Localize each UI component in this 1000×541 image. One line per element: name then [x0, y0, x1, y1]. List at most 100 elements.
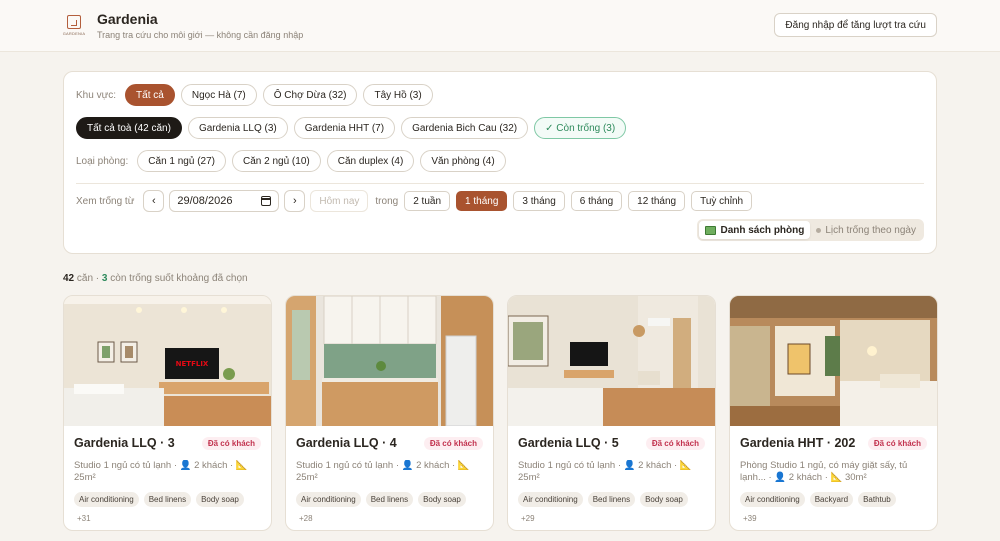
listing-card[interactable]: Gardenia LLQ · 4 Đã có khách Studio 1 ng… [285, 295, 494, 531]
listing-description: Studio 1 ngủ có tủ lạnh · 👤 2 khách · 📐 … [296, 460, 470, 483]
more-amenities: +39 [743, 514, 757, 523]
amenity-tag: Bed linens [143, 492, 192, 507]
view-list-label: Danh sách phòng [720, 224, 805, 236]
amenity-tag: Body soap [196, 492, 244, 507]
listing-description: Studio 1 ngủ có tủ lạnh · 👤 2 khách · 📐 … [518, 460, 692, 483]
dot-icon [816, 227, 822, 233]
amenity-tag: Body soap [418, 492, 466, 507]
amenity-list: Air conditioning Bed linens Body soap [518, 492, 705, 507]
studio-photo [508, 296, 715, 426]
status-badge: Đã có khách [201, 436, 261, 450]
vacant-suffix: còn trống suốt khoảng đã chọn [107, 273, 248, 284]
logo-text: GARDENIA [62, 30, 86, 36]
amenity-tag: Bed linens [587, 492, 636, 507]
amenity-tag: Air conditioning [740, 492, 805, 507]
area-chip-o-cho-dua[interactable]: Ô Chợ Dừa (32) [262, 84, 358, 106]
area-chip-all[interactable]: Tất cả [125, 84, 175, 106]
app-title: Gardenia [97, 11, 158, 27]
amenity-tag: Air conditioning [518, 492, 583, 507]
view-calendar-button[interactable]: Lịch trống theo ngày [810, 221, 922, 239]
amenity-list: Air conditioning Bed linens Body soap [296, 492, 483, 507]
view-calendar-label: Lịch trống theo ngày [825, 224, 916, 236]
amenity-list: Air conditioning Bed linens Body soap [74, 492, 261, 507]
amenity-tag: Bed linens [365, 492, 414, 507]
amenity-tag: Air conditioning [296, 492, 361, 507]
listing-photo[interactable]: NETFLIX [64, 296, 271, 426]
filter-divider [76, 183, 924, 184]
duration-12-months[interactable]: 12 tháng [628, 191, 686, 211]
area-label: Khu vực: [76, 89, 117, 101]
status-badge: Đã có khách [423, 436, 483, 450]
listing-description: Studio 1 ngủ có tủ lạnh · 👤 2 khách · 📐 … [74, 460, 248, 483]
filter-panel: Khu vực: Tất cả Ngọc Hà (7) Ô Chợ Dừa (3… [63, 71, 937, 254]
amenity-list: Air conditioning Backyard Bathtub [740, 492, 927, 507]
duration-1-month[interactable]: 1 tháng [456, 191, 508, 211]
start-date-value: 29/08/2026 [177, 195, 233, 207]
listing-title: Gardenia LLQ · 5 [518, 436, 619, 450]
area-filter-row: Khu vực: Tất cả Ngọc Hà (7) Ô Chợ Dừa (3… [76, 84, 439, 106]
view-list-button[interactable]: Danh sách phòng [699, 221, 811, 239]
listing-title: Gardenia LLQ · 3 [74, 436, 175, 450]
kitchen-photo [286, 296, 493, 426]
room-type-filter-row: Loại phòng: Căn 1 ngủ (27) Căn 2 ngủ (10… [76, 150, 512, 172]
status-badge: Đã có khách [867, 436, 927, 450]
amenity-tag: Air conditioning [74, 492, 139, 507]
building-chip-all[interactable]: Tất cả toà (42 căn) [76, 117, 182, 139]
duration-2-weeks[interactable]: 2 tuần [404, 191, 451, 211]
building-chip-bich-cau[interactable]: Gardenia Bich Cau (32) [401, 117, 529, 139]
bedroom-photo [730, 296, 937, 426]
chevron-left-icon: ‹ [152, 195, 156, 207]
next-date-button[interactable]: › [284, 190, 306, 212]
status-badge: Đã có khách [645, 436, 705, 450]
listing-photo[interactable] [730, 296, 937, 426]
vacant-only-chip[interactable]: ✓ Còn trống (3) [534, 117, 627, 139]
room-type-chip-duplex[interactable]: Căn duplex (4) [326, 150, 415, 172]
today-button[interactable]: Hôm nay [310, 190, 369, 212]
calendar-icon[interactable] [261, 196, 272, 206]
amenity-tag: Body soap [640, 492, 688, 507]
listing-title: Gardenia HHT · 202 [740, 436, 856, 450]
area-chip-tay-ho[interactable]: Tây Hồ (3) [363, 84, 433, 106]
room-type-chip-1br[interactable]: Căn 1 ngủ (27) [137, 150, 226, 172]
listing-title: Gardenia LLQ · 4 [296, 436, 397, 450]
amenity-tag: Bathtub [858, 492, 896, 507]
room-type-chip-office[interactable]: Văn phòng (4) [420, 150, 506, 172]
tv-text: NETFLIX [176, 360, 209, 368]
living-room-photo: NETFLIX [64, 296, 271, 426]
room-type-label: Loại phòng: [76, 155, 129, 167]
building-chip-llq[interactable]: Gardenia LLQ (3) [187, 117, 288, 139]
listing-photo[interactable] [508, 296, 715, 426]
listing-card[interactable]: Gardenia HHT · 202 Đã có khách Phòng Stu… [729, 295, 938, 531]
total-suffix: căn · [74, 273, 102, 284]
results-summary: 42 căn · 3 còn trống suốt khoảng đã chọn [63, 273, 248, 284]
chevron-right-icon: › [293, 195, 297, 207]
availability-row: Xem trống từ ‹ 29/08/2026 › Hôm nay tron… [76, 190, 758, 212]
house-logo-icon [67, 14, 81, 29]
more-amenities: +31 [77, 514, 91, 523]
duration-3-months[interactable]: 3 tháng [513, 191, 565, 211]
picture-icon [705, 225, 717, 235]
prev-date-button[interactable]: ‹ [143, 190, 165, 212]
listing-card[interactable]: Gardenia LLQ · 5 Đã có khách Studio 1 ng… [507, 295, 716, 531]
availability-label: Xem trống từ [76, 195, 135, 207]
login-button[interactable]: Đăng nhập để tăng lượt tra cứu [774, 13, 937, 37]
start-date-input[interactable]: 29/08/2026 [169, 190, 280, 212]
app-subtitle: Trang tra cứu cho môi giới — không cần đ… [97, 30, 304, 40]
duration-6-months[interactable]: 6 tháng [570, 191, 623, 211]
more-amenities: +28 [299, 514, 313, 523]
view-toggle: Danh sách phòng Lịch trống theo ngày [697, 219, 924, 241]
amenity-tag: Backyard [809, 492, 854, 507]
top-bar: GARDENIA Gardenia Trang tra cứu cho môi … [0, 0, 1000, 52]
listing-description: Phòng Studio 1 ngủ, có máy giặt sấy, tủ … [740, 460, 908, 483]
area-chip-ngoc-ha[interactable]: Ngọc Hà (7) [180, 84, 257, 106]
within-label: trong [375, 195, 399, 207]
duration-custom[interactable]: Tuỳ chỉnh [691, 191, 753, 211]
listing-card[interactable]: NETFLIX Gardenia LLQ · 3 Đã có khách Stu… [63, 295, 272, 531]
gardenia-logo[interactable]: GARDENIA [63, 13, 85, 39]
building-chip-hht[interactable]: Gardenia HHT (7) [293, 117, 396, 139]
building-filter-row: Tất cả toà (42 căn) Gardenia LLQ (3) Gar… [76, 117, 632, 139]
more-amenities: +29 [521, 514, 535, 523]
room-type-chip-2br[interactable]: Căn 2 ngủ (10) [232, 150, 321, 172]
total-count: 42 [63, 273, 75, 284]
listing-photo[interactable] [286, 296, 493, 426]
